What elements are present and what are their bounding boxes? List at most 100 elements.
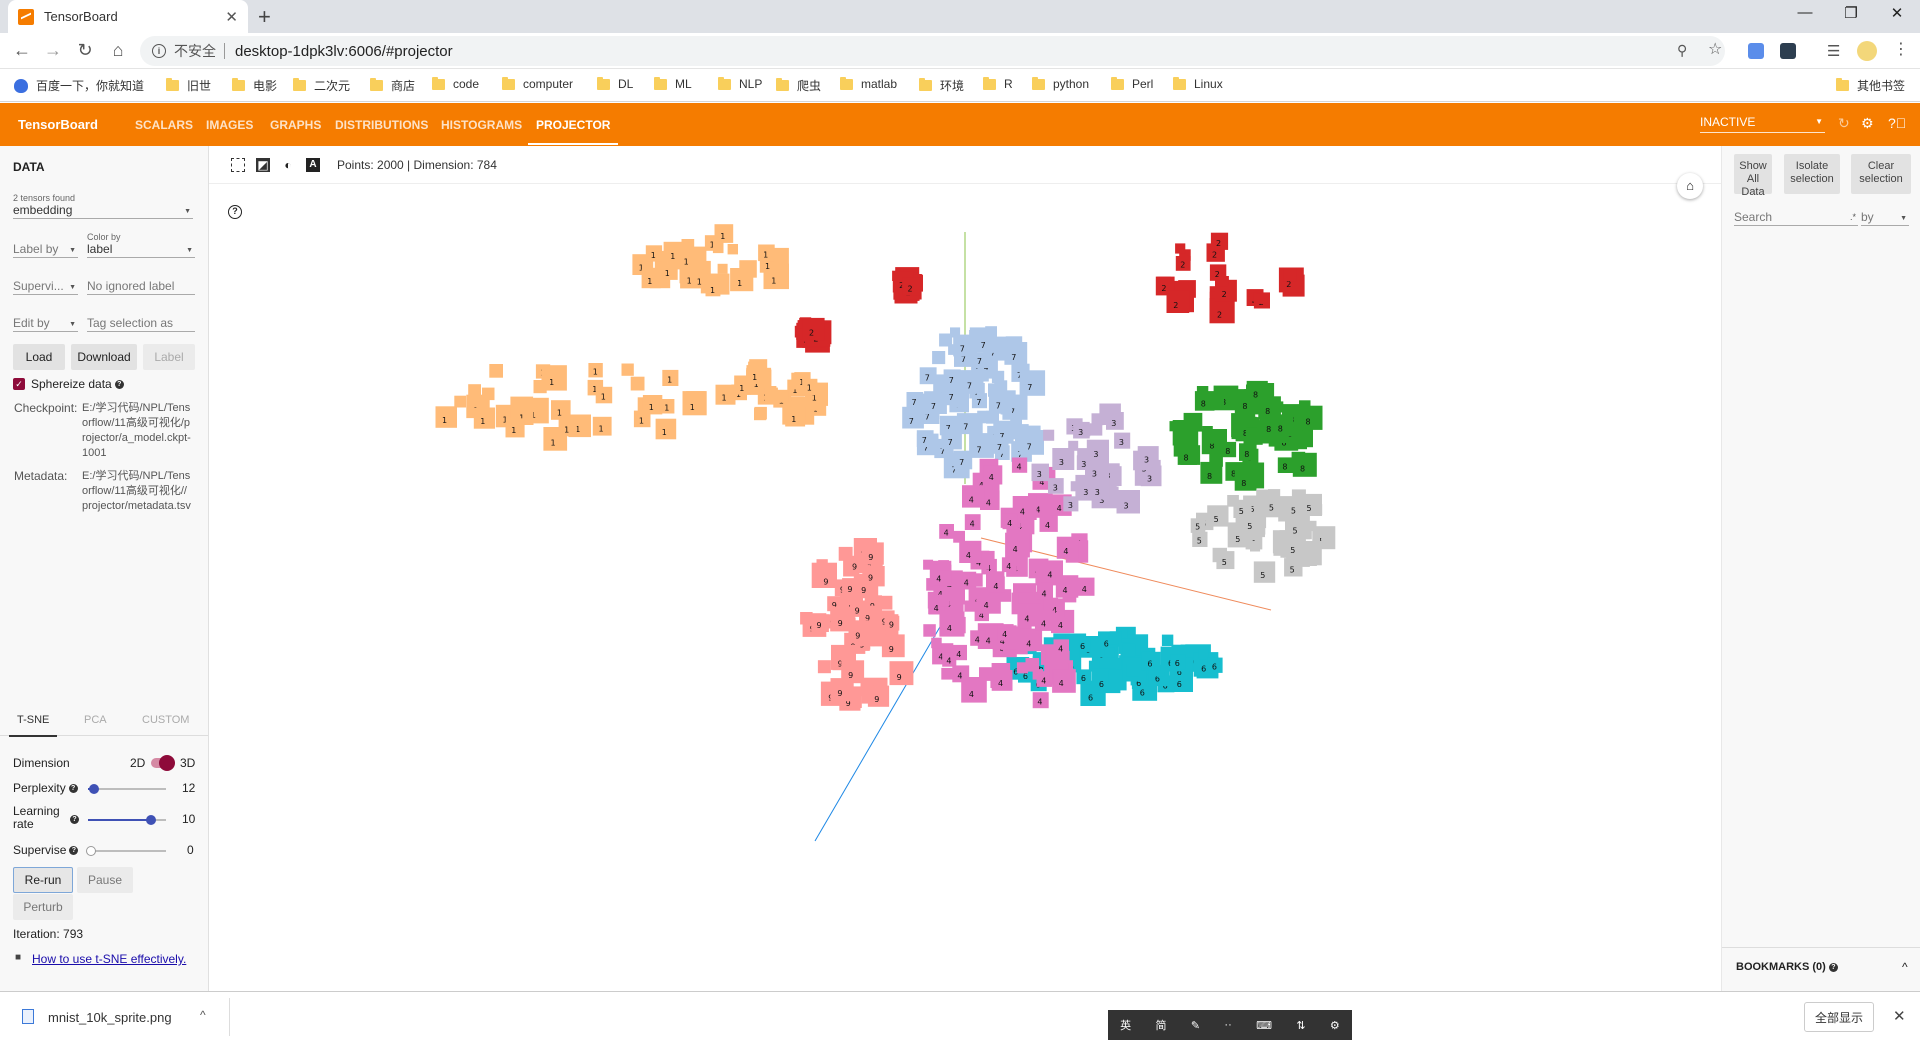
point-sprite-1[interactable] <box>630 376 645 391</box>
point-sprite-6[interactable] <box>1109 631 1122 643</box>
bookmark-other[interactable]: 其他书签 <box>1836 77 1905 94</box>
help-icon[interactable]: ? <box>69 846 79 856</box>
bookmark-folder[interactable]: 电影 <box>232 77 277 94</box>
bookmark-folder[interactable]: 旧世 <box>166 77 211 94</box>
point-sprite-7[interactable] <box>932 351 946 365</box>
close-window-icon[interactable]: ✕ <box>1874 4 1920 22</box>
ime-switch-icon[interactable]: ⇅ <box>1296 1019 1305 1032</box>
night-mode-icon[interactable]: ◩ <box>256 158 270 172</box>
edit-by-select[interactable]: Edit by ▼ <box>13 316 78 332</box>
point-sprite-4[interactable] <box>923 624 936 637</box>
point-sprite-7[interactable] <box>994 380 1008 394</box>
bookmark-folder[interactable]: Linux <box>1173 76 1223 91</box>
point-sprite-2[interactable] <box>1209 298 1235 324</box>
bookmark-folder[interactable]: python <box>1032 76 1089 91</box>
point-sprite-8[interactable] <box>1169 421 1180 432</box>
point-sprite-4[interactable] <box>1025 658 1040 672</box>
point-sprite-6[interactable] <box>1122 643 1136 657</box>
tsne-help-link[interactable]: How to use t-SNE effectively. <box>32 952 186 966</box>
supervise-slider[interactable] <box>86 846 166 856</box>
search-input[interactable]: Search .* <box>1734 210 1858 226</box>
browser-menu-icon[interactable]: ⋮ <box>1893 39 1909 59</box>
help-icon[interactable]: ? <box>114 380 124 390</box>
regex-icon[interactable]: .* <box>1850 212 1856 222</box>
label-mode-icon[interactable]: A <box>306 158 320 172</box>
point-sprite-7[interactable] <box>1019 370 1046 396</box>
back-arrow-icon[interactable]: ← <box>10 40 34 61</box>
point-sprite-4[interactable] <box>982 550 995 563</box>
run-selector-dropdown[interactable]: INACTIVE ▼ <box>1700 115 1825 133</box>
tab-images[interactable]: IMAGES <box>206 118 253 132</box>
bookmark-folder[interactable]: 环境 <box>919 77 964 94</box>
isolate-selection-button[interactable]: Isolate selection <box>1784 154 1840 194</box>
slider-knob[interactable] <box>86 846 96 856</box>
close-download-bar-icon[interactable]: ✕ <box>1893 1007 1906 1025</box>
extension-x-icon[interactable] <box>1780 43 1796 59</box>
bookmark-folder[interactable]: 商店 <box>370 77 415 94</box>
zoom-icon[interactable]: ⚲ <box>1677 42 1687 59</box>
bookmark-folder[interactable]: 爬虫 <box>776 77 821 94</box>
point-sprite-1[interactable] <box>454 395 467 408</box>
point-sprite-5[interactable] <box>1321 536 1334 549</box>
point-sprite-4[interactable] <box>941 667 953 680</box>
tsne-3d-scatter[interactable]: 11111111111111111111111 11111111111111111… <box>209 184 1721 991</box>
color-by-select[interactable]: Color by label ▼ <box>87 232 195 258</box>
ime-settings-icon[interactable]: ⚙ <box>1330 1019 1340 1032</box>
point-sprite-5[interactable] <box>1273 544 1285 556</box>
point-sprite-1[interactable] <box>660 250 671 262</box>
point-sprite-6[interactable] <box>1126 663 1140 677</box>
point-sprite-8[interactable] <box>1246 416 1257 428</box>
tab-scalars[interactable]: SCALARS <box>135 118 193 132</box>
download-file-name[interactable]: mnist_10k_sprite.png <box>48 1010 172 1025</box>
dimension-toggle[interactable] <box>151 755 175 771</box>
moon-icon[interactable]: ◐ <box>281 158 295 172</box>
point-sprite-4[interactable] <box>923 559 934 570</box>
refresh-icon[interactable]: ↻ <box>1838 115 1850 132</box>
help-icon[interactable]: ? <box>1828 962 1838 972</box>
tensor-select[interactable]: 2 tensors found embedding ▼ <box>13 193 193 219</box>
point-sprite-6[interactable] <box>1198 649 1209 660</box>
point-sprite-1[interactable] <box>706 273 717 285</box>
point-sprite-3[interactable] <box>1043 429 1055 441</box>
tab-projector[interactable]: PROJECTOR <box>527 118 619 145</box>
rerun-button[interactable]: Re-run <box>13 867 73 893</box>
point-sprite-1[interactable] <box>754 408 767 421</box>
point-sprite-7[interactable] <box>1010 412 1022 425</box>
ime-simplified-toggle[interactable]: 简 <box>1156 1017 1167 1033</box>
download-button[interactable]: Download <box>71 344 137 370</box>
ime-brush-icon[interactable]: ✎ <box>1191 1019 1200 1032</box>
point-sprite-4[interactable] <box>969 573 983 587</box>
tab-custom[interactable]: CUSTOM <box>142 714 189 726</box>
learning-rate-slider[interactable] <box>88 815 166 825</box>
point-sprite-8[interactable] <box>1206 430 1221 444</box>
show-all-downloads-button[interactable]: 全部显示 <box>1804 1002 1874 1032</box>
profile-avatar[interactable] <box>1857 41 1877 61</box>
tag-selection-input[interactable]: Tag selection as <box>87 316 195 332</box>
search-by-select[interactable]: by ▼ <box>1861 210 1909 226</box>
point-sprite-7[interactable] <box>939 333 953 347</box>
point-sprite-4[interactable] <box>964 600 976 612</box>
show-all-data-button[interactable]: Show All Data <box>1734 154 1772 198</box>
bookmarks-section[interactable]: BOOKMARKS (0)? ^ <box>1722 947 1920 991</box>
supervise-select[interactable]: Supervi... ▼ <box>13 279 78 295</box>
extension-bird-icon[interactable] <box>1748 43 1764 59</box>
bookmark-baidu[interactable]: 百度一下，你就知道 <box>14 77 144 94</box>
ime-english-toggle[interactable]: 英 <box>1120 1017 1131 1033</box>
chevron-up-icon[interactable]: ^ <box>200 1008 206 1022</box>
ime-keyboard-icon[interactable]: ⌨ <box>1256 1019 1272 1032</box>
bookmark-folder[interactable]: computer <box>502 76 573 91</box>
point-sprite-2[interactable] <box>1218 276 1229 287</box>
point-sprite-9[interactable] <box>800 612 813 625</box>
sphereize-checkbox[interactable]: ✓ <box>13 378 25 390</box>
point-sprite-3[interactable] <box>1091 413 1104 426</box>
url-text[interactable]: desktop-1dpk3lv:6006/#projector <box>235 43 453 60</box>
settings-gear-icon[interactable]: ⚙ <box>1861 115 1874 132</box>
bookmark-folder[interactable]: ML <box>654 76 692 91</box>
reload-icon[interactable]: ↻ <box>73 40 97 61</box>
info-icon[interactable]: i <box>152 44 166 58</box>
bookmark-folder[interactable]: NLP <box>718 76 762 91</box>
point-sprite-3[interactable] <box>1077 448 1091 461</box>
help-icon[interactable]: ?⃝ <box>1888 115 1906 131</box>
label-by-select[interactable]: Label by ▼ <box>13 242 78 258</box>
point-sprite-6[interactable] <box>1104 647 1115 658</box>
